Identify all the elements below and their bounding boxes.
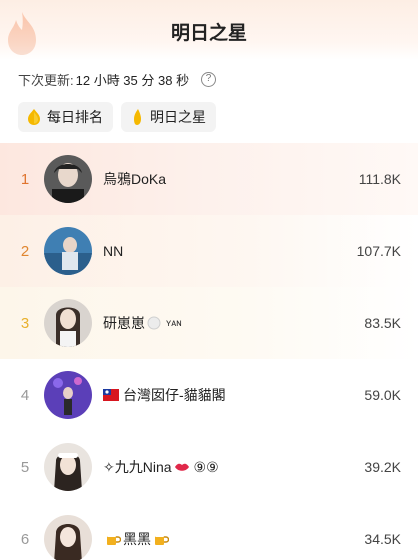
lips-icon [174,463,189,471]
coin-icon [28,109,40,125]
streamer-name-text: ✧九九Nina [103,459,172,475]
countdown-label: 下次更新: [18,72,74,88]
ranking-row[interactable]: 2 NN 107.7K [0,215,418,287]
ranking-row[interactable]: 6 黑黑 34.5K [0,503,418,560]
tab-daily-ranking[interactable]: 每日排名 [18,102,113,132]
ranking-row[interactable]: 5 ✧九九Nina ⑨⑨ 39.2K [0,431,418,503]
streamer-name: 黑黑 [103,529,171,549]
streamer-name-text: 台灣囡仔-貓貓閣 [123,387,226,403]
streamer-name: NN [103,243,124,259]
egg-icon [147,316,161,330]
header-bar: 明日之星 [0,0,418,60]
ranking-row[interactable]: 3 研崽崽 ʏᴀɴ 83.5K [0,287,418,359]
streamer-name-text: 研崽崽 [103,315,145,331]
beer-mug-icon [107,534,121,545]
score-value: 83.5K [364,315,401,331]
help-icon[interactable]: ? [201,71,217,87]
avatar[interactable] [44,515,92,560]
streamer-name-text: 黑黑 [123,531,151,547]
tab-daily-ranking-label: 每日排名 [47,109,103,125]
score-value: 34.5K [364,531,401,547]
rank-number: 5 [20,458,30,476]
page-title: 明日之星 [170,23,247,44]
avatar[interactable] [44,299,92,347]
tab-tomorrow-star[interactable]: 明日之星 [121,102,216,132]
ranking-tabs: 每日排名 明日之星 [18,102,216,132]
streamer-name: 烏鴉DoKa [103,171,167,187]
taiwan-flag-icon [103,389,119,401]
score-value: 107.7K [356,243,401,259]
update-countdown: 下次更新: 12 小時 35 分 38 秒 ? [18,70,217,88]
ranking-row[interactable]: 4 台灣囡仔-貓貓閣 59.0K [0,359,418,431]
streamer-name-suffix: ʏᴀɴ [166,317,182,329]
score-value: 39.2K [364,459,401,475]
rank-number: 1 [20,170,30,188]
score-value: 111.8K [358,171,401,187]
tab-tomorrow-star-label: 明日之星 [150,109,206,125]
avatar[interactable] [44,155,92,203]
streamer-name: ✧九九Nina ⑨⑨ [103,457,219,477]
rank-number: 4 [20,386,30,404]
rank-number: 2 [20,242,30,260]
avatar[interactable] [44,227,92,275]
avatar[interactable] [44,443,92,491]
beer-mug-icon [155,534,169,545]
ranking-row[interactable]: 1 烏鴉DoKa 111.8K [0,143,418,215]
streamer-name: 台灣囡仔-貓貓閣 [103,385,226,405]
rank-number: 3 [20,314,30,332]
coin-side-icon [134,109,141,125]
avatar[interactable] [44,371,92,419]
countdown-value: 12 小時 35 分 38 秒 [75,72,190,88]
streamer-name: 研崽崽 ʏᴀɴ [103,313,182,333]
streamer-name-suffix: ⑨⑨ [193,458,219,475]
rank-number: 6 [20,530,30,548]
score-value: 59.0K [364,387,401,403]
